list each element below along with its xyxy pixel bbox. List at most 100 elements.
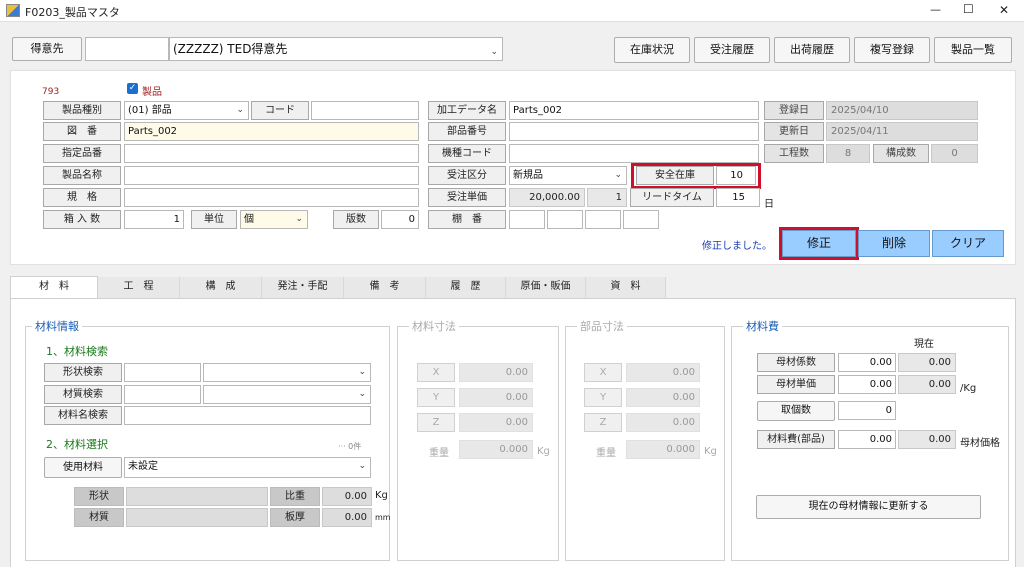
quality-search-input[interactable]	[124, 385, 201, 404]
registered-date-value: 2025/04/10	[826, 101, 978, 120]
drawing-number-input[interactable]: Parts_002	[124, 122, 419, 141]
tab-material[interactable]: 材 料	[10, 276, 98, 298]
lead-time-unit: 日	[764, 199, 774, 210]
part-x-value: 0.00	[626, 363, 700, 382]
clear-button[interactable]: クリア	[932, 230, 1004, 257]
tab-history[interactable]: 履 歴	[426, 277, 506, 298]
window-title: F0203_製品マスタ	[25, 6, 120, 19]
part-material-cost-current: 0.00	[898, 430, 956, 449]
dims-weight-unit: Kg	[537, 446, 550, 457]
minimize-icon[interactable]: —	[930, 3, 941, 16]
product-name-label: 製品名称	[43, 166, 121, 185]
maximize-icon[interactable]: ☐	[963, 2, 974, 16]
order-type-value: 新規品	[513, 170, 543, 181]
safety-stock-highlight	[631, 163, 761, 189]
part-z-value: 0.00	[626, 413, 700, 432]
take-count-button[interactable]: 取個数	[757, 401, 835, 421]
shelf-input-1[interactable]	[509, 210, 545, 229]
material-dims-title: 材料寸法	[409, 318, 459, 334]
process-count-value: 8	[826, 144, 870, 163]
shape-search-input[interactable]	[124, 363, 201, 382]
shipping-history-button[interactable]: 出荷履歴	[774, 37, 850, 63]
product-type-label: 製品種別	[43, 101, 121, 120]
take-count-input[interactable]: 0	[838, 401, 896, 420]
order-type-label: 受注区分	[428, 166, 506, 185]
update-base-info-button[interactable]: 現在の母材情報に更新する	[756, 495, 981, 519]
dims-weight-value: 0.000	[459, 440, 533, 459]
model-code-input[interactable]	[509, 144, 759, 163]
lead-time-input[interactable]: 15	[716, 188, 760, 207]
code-input[interactable]	[311, 101, 419, 120]
base-unit-price-input[interactable]: 0.00	[838, 375, 896, 394]
close-icon[interactable]: ✕	[999, 3, 1009, 17]
part-number-input[interactable]	[509, 122, 759, 141]
process-count-label: 工程数	[764, 144, 824, 163]
spec-part-label: 指定品番	[43, 144, 121, 163]
tab-composition[interactable]: 構 成	[180, 277, 262, 298]
base-factor-current: 0.00	[898, 353, 956, 372]
shelf-input-2[interactable]	[547, 210, 583, 229]
app-icon	[6, 4, 20, 17]
stock-status-button[interactable]: 在庫状況	[614, 37, 690, 63]
spec-input[interactable]	[124, 188, 419, 207]
dims-y-value: 0.00	[459, 388, 533, 407]
part-weight-label: 重量	[596, 448, 616, 459]
dims-z-value: 0.00	[459, 413, 533, 432]
part-number-label: 部品番号	[428, 122, 506, 141]
copy-register-button[interactable]: 複写登録	[854, 37, 930, 63]
tab-cost-price[interactable]: 原価・販価	[506, 277, 586, 298]
product-list-button[interactable]: 製品一覧	[934, 37, 1012, 63]
order-history-button[interactable]: 受注履歴	[694, 37, 770, 63]
base-unit-price-unit: /Kg	[960, 383, 977, 394]
product-name-input[interactable]	[124, 166, 419, 185]
material-name-search-label: 材料名検索	[44, 406, 122, 425]
delete-button[interactable]: 削除	[858, 230, 930, 257]
customer-code-input[interactable]	[85, 37, 169, 61]
tab-documents[interactable]: 資 料	[586, 277, 666, 298]
part-dims-title: 部品寸法	[577, 318, 627, 334]
shelf-input-3[interactable]	[585, 210, 621, 229]
base-factor-label: 母材係数	[757, 353, 835, 372]
chevron-down-icon: ⌄	[358, 461, 366, 471]
part-weight-value: 0.000	[626, 440, 700, 459]
dims-x-value: 0.00	[459, 363, 533, 382]
updated-date-value: 2025/04/11	[826, 122, 978, 141]
part-y-value: 0.00	[626, 388, 700, 407]
chevron-down-icon: ⌄	[614, 170, 622, 180]
use-material-button[interactable]: 使用材料	[44, 457, 122, 478]
unit-select[interactable]: 個 ⌄	[240, 210, 308, 229]
order-type-select[interactable]: 新規品 ⌄	[509, 166, 627, 185]
base-unit-price-label: 母材単価	[757, 375, 835, 394]
unit-label: 単位	[191, 210, 237, 229]
spec-part-input[interactable]	[124, 144, 419, 163]
proc-data-input[interactable]: Parts_002	[509, 101, 759, 120]
modify-button-highlight	[779, 227, 859, 260]
shelf-input-4[interactable]	[623, 210, 659, 229]
part-material-cost-input[interactable]: 0.00	[838, 430, 896, 449]
use-material-select[interactable]: 未設定 ⌄	[124, 457, 371, 478]
quality-search-select[interactable]: ⌄	[203, 385, 371, 404]
part-weight-unit: Kg	[704, 446, 717, 457]
material-info-title: 材料情報	[32, 318, 82, 334]
shelf-number-label: 棚 番	[428, 210, 506, 229]
base-factor-input[interactable]: 0.00	[838, 353, 896, 372]
tab-process[interactable]: 工 程	[98, 277, 180, 298]
shape-search-select[interactable]: ⌄	[203, 363, 371, 382]
use-material-value: 未設定	[128, 461, 158, 472]
tab-ordering[interactable]: 発注・手配	[262, 277, 344, 298]
order-price-label: 受注単価	[428, 188, 506, 207]
version-input[interactable]: 0	[381, 210, 419, 229]
status-message: 修正しました。	[702, 241, 772, 252]
product-checkbox[interactable]: ✓	[127, 83, 138, 94]
lead-time-label: リードタイム	[630, 188, 714, 207]
model-code-label: 機種コード	[428, 144, 506, 163]
tab-notes[interactable]: 備 考	[344, 277, 426, 298]
base-price-label: 母材価格	[960, 438, 1000, 449]
customer-button[interactable]: 得意先	[12, 37, 82, 61]
material-name-search-input[interactable]	[124, 406, 371, 425]
customer-select[interactable]: (ZZZZZ) TED得意先 ⌄	[169, 37, 503, 61]
chevron-down-icon: ⌄	[295, 214, 303, 224]
box-qty-input[interactable]: 1	[124, 210, 184, 229]
product-type-select[interactable]: (01) 部品 ⌄	[124, 101, 249, 120]
version-label: 版数	[333, 210, 379, 229]
